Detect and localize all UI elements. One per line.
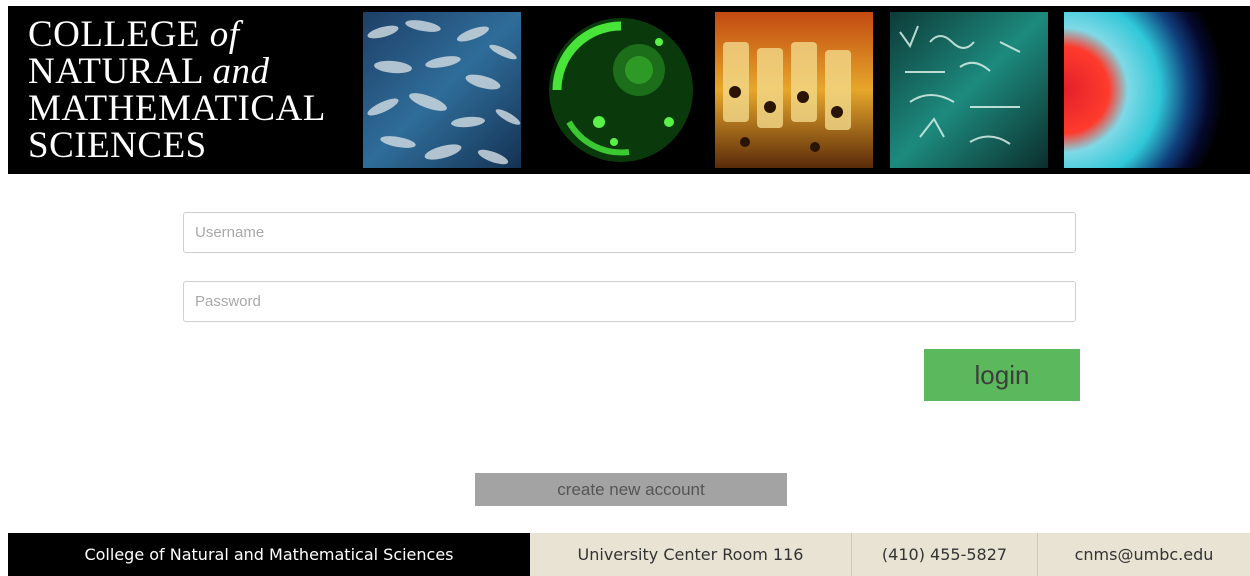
footer-phone: (410) 455-5827 xyxy=(852,533,1038,576)
password-input[interactable] xyxy=(183,281,1076,322)
red-blue-rings-photo xyxy=(1064,12,1224,168)
title-line-4: SCIENCES xyxy=(28,125,207,166)
username-input[interactable] xyxy=(183,212,1076,253)
create-account-button[interactable]: create new account xyxy=(475,473,787,506)
left-margin xyxy=(0,0,8,576)
chalkboard-equations-photo xyxy=(890,12,1048,168)
green-cell-photo xyxy=(539,12,697,168)
footer-email: cnms@umbc.edu xyxy=(1038,533,1250,576)
title-line-3: MATHEMATICAL xyxy=(28,88,326,129)
footer: College of Natural and Mathematical Scie… xyxy=(8,533,1250,576)
lab-glassware-photo xyxy=(715,12,873,168)
footer-room: University Center Room 116 xyxy=(530,533,852,576)
title-word-college: COLLEGE xyxy=(28,14,201,55)
title-line-1: COLLEGE of xyxy=(28,16,358,53)
title-word-and: and xyxy=(212,51,270,92)
college-title: COLLEGE of NATURAL and MATHEMATICAL SCIE… xyxy=(28,16,358,164)
title-line-2: NATURAL and xyxy=(28,53,358,90)
header-banner: COLLEGE of NATURAL and MATHEMATICAL SCIE… xyxy=(8,6,1250,174)
login-button[interactable]: login xyxy=(924,349,1080,401)
footer-college-name: College of Natural and Mathematical Scie… xyxy=(8,533,530,576)
title-word-of: of xyxy=(209,14,240,55)
fish-school-photo xyxy=(363,12,521,168)
title-word-natural: NATURAL xyxy=(28,51,203,92)
